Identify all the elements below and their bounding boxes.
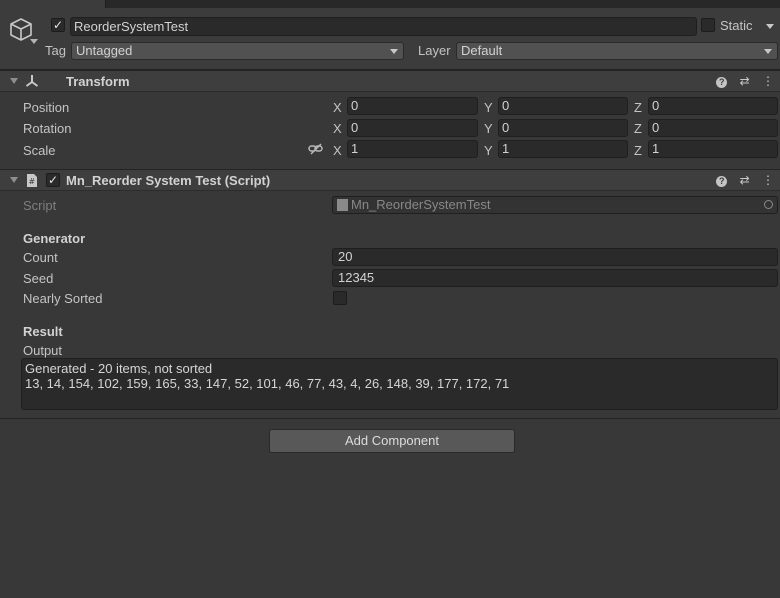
tag-label: Tag (45, 43, 66, 58)
transform-icon (25, 75, 39, 87)
layer-dropdown[interactable]: Default (456, 42, 778, 60)
gameobject-name-input[interactable]: ReorderSystemTest (70, 17, 697, 36)
scale-z-field[interactable]: 1 (648, 140, 778, 158)
scale-x-field[interactable]: 1 (347, 140, 478, 158)
gameobject-header: ✓ ReorderSystemTest Static Tag Untagged … (0, 8, 780, 70)
tag-value: Untagged (76, 43, 133, 58)
position-label: Position (23, 100, 70, 115)
position-y-field[interactable]: 0 (498, 97, 628, 115)
icon-dropdown-arrow-icon[interactable] (30, 39, 38, 44)
object-picker-icon[interactable] (764, 200, 773, 209)
script-component-title: Mn_Reorder System Test (Script) (66, 173, 271, 188)
nearly-sorted-checkbox[interactable] (333, 291, 347, 305)
active-checkbox[interactable]: ✓ (51, 18, 65, 32)
axis-y-label: Y (484, 121, 493, 136)
axis-y-label: Y (484, 100, 493, 115)
scale-label: Scale (23, 143, 56, 158)
svg-text:#: # (29, 177, 36, 186)
output-line-2: 13, 14, 154, 102, 159, 165, 33, 147, 52,… (25, 376, 510, 391)
inspector-tab[interactable] (0, 0, 106, 8)
position-x-field[interactable]: 0 (347, 97, 478, 115)
script-value: Mn_ReorderSystemTest (351, 197, 491, 212)
output-textarea[interactable]: Generated - 20 items, not sorted 13, 14, … (21, 358, 778, 410)
window-tab-strip (0, 0, 780, 8)
script-enabled-checkbox[interactable]: ✓ (46, 173, 60, 187)
component-header-icons: ? ⇄ ⋮ (707, 173, 774, 187)
more-options-icon[interactable]: ⋮ (762, 74, 774, 88)
transform-title: Transform (66, 74, 130, 89)
rotation-x-field[interactable]: 0 (347, 119, 478, 137)
chevron-down-icon (764, 49, 772, 54)
static-checkbox[interactable] (701, 18, 715, 32)
axis-x-label: X (333, 143, 342, 158)
seed-label: Seed (23, 271, 54, 286)
component-list-divider (0, 418, 780, 419)
chevron-down-icon (390, 49, 398, 54)
script-component-header[interactable]: # ✓ Mn_Reorder System Test (Script) ? ⇄ … (0, 169, 780, 191)
result-header: Result (23, 324, 63, 339)
axis-x-label: X (333, 121, 342, 136)
scale-y-field[interactable]: 1 (498, 140, 628, 158)
script-file-icon: # (27, 174, 37, 187)
tag-dropdown[interactable]: Untagged (71, 42, 404, 60)
layer-label: Layer (418, 43, 451, 58)
count-label: Count (23, 250, 58, 265)
presets-icon[interactable]: ⇄ (740, 74, 750, 88)
script-label: Script (23, 198, 57, 213)
position-z-field[interactable]: 0 (648, 97, 778, 115)
output-line-1: Generated - 20 items, not sorted (25, 361, 213, 376)
nearly-sorted-label: Nearly Sorted (23, 291, 103, 306)
axis-z-label: Z (634, 100, 642, 115)
foldout-arrow-icon[interactable] (10, 177, 18, 183)
axis-z-label: Z (634, 121, 642, 136)
constrain-proportions-link-icon[interactable] (308, 143, 324, 155)
help-icon[interactable]: ? (716, 176, 728, 187)
script-object-field: Mn_ReorderSystemTest (332, 196, 778, 214)
output-label: Output (23, 343, 63, 358)
add-component-button[interactable]: Add Component (269, 429, 515, 453)
script-file-icon (337, 199, 348, 211)
static-dropdown-arrow-icon[interactable] (766, 24, 774, 29)
foldout-arrow-icon[interactable] (10, 78, 18, 84)
rotation-y-field[interactable]: 0 (498, 119, 628, 137)
axis-z-label: Z (634, 143, 642, 158)
count-field[interactable]: 20 (332, 248, 778, 266)
more-options-icon[interactable]: ⋮ (762, 173, 774, 187)
help-icon[interactable]: ? (716, 77, 728, 88)
seed-field[interactable]: 12345 (332, 269, 778, 287)
layer-value: Default (461, 43, 503, 58)
rotation-label: Rotation (23, 121, 72, 136)
rotation-z-field[interactable]: 0 (648, 119, 778, 137)
axis-x-label: X (333, 100, 342, 115)
component-header-icons: ? ⇄ ⋮ (707, 74, 774, 88)
transform-header[interactable]: Transform ? ⇄ ⋮ (0, 70, 780, 92)
axis-y-label: Y (484, 143, 493, 158)
presets-icon[interactable]: ⇄ (740, 173, 750, 187)
generator-header: Generator (23, 231, 86, 246)
static-label: Static (720, 18, 753, 33)
